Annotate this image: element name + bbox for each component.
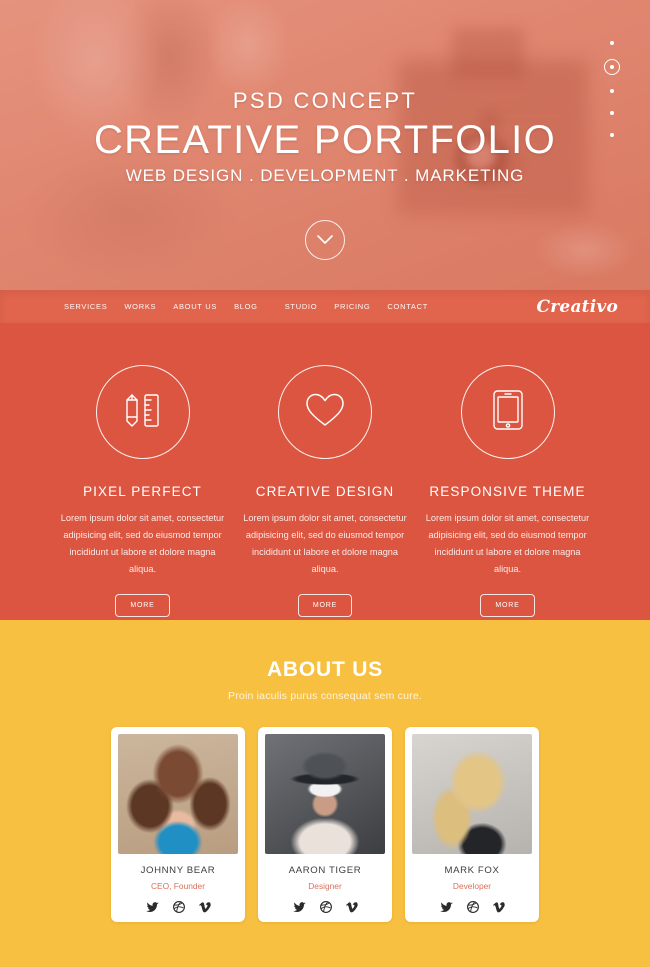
- slider-dot-4[interactable]: [610, 111, 614, 115]
- hero-slider-dots[interactable]: [604, 32, 620, 146]
- nav-item-about-us[interactable]: ABOUT US: [173, 302, 217, 311]
- tablet-icon: [490, 388, 526, 437]
- slider-dot-3[interactable]: [610, 89, 614, 93]
- slider-dot-1[interactable]: [610, 41, 614, 45]
- vimeo-icon[interactable]: [345, 901, 358, 913]
- team-social-links: [145, 901, 211, 913]
- hero-eyebrow: PSD CONCEPT: [232, 88, 418, 113]
- services-row: PIXEL PERFECT Lorem ipsum dolor sit amet…: [55, 365, 595, 620]
- service-more-button[interactable]: MORE: [480, 594, 535, 618]
- service-card-pixel-perfect: PIXEL PERFECT Lorem ipsum dolor sit amet…: [55, 365, 230, 620]
- team-member-photo: [118, 734, 238, 854]
- service-title: CREATIVE DESIGN: [255, 484, 395, 499]
- team-member-role: Developer: [452, 881, 492, 891]
- service-icon-circle: [278, 365, 372, 459]
- team-member-role: CEO, Founder: [151, 881, 205, 891]
- nav-links: SERVICES WORKS ABOUT US BLOG STUDIO PRIC…: [64, 302, 428, 311]
- service-icon-circle: [460, 365, 555, 459]
- hero-section: PSD CONCEPT CREATIVE PORTFOLIO WEB DESIG…: [0, 0, 650, 290]
- service-description: Lorem ipsum dolor sit amet, consectetur …: [425, 513, 590, 575]
- team-member-photo: [412, 734, 532, 854]
- pencil-ruler-icon: [122, 388, 164, 437]
- service-card-responsive-theme: RESPONSIVE THEME Lorem ipsum dolor sit a…: [420, 365, 595, 620]
- slider-dot-5[interactable]: [610, 133, 614, 137]
- team-social-links: [439, 901, 505, 913]
- service-title: PIXEL PERFECT: [83, 484, 202, 499]
- team-row: JOHNNY BEAR CEO, Founder AARON TIGER Des…: [111, 727, 539, 922]
- main-navigation: SERVICES WORKS ABOUT US BLOG STUDIO PRIC…: [0, 290, 650, 323]
- hero-title: CREATIVE PORTFOLIO: [94, 118, 556, 162]
- about-subtitle: Proin iaculis purus consequat sem cure.: [228, 690, 422, 702]
- service-card-creative-design: CREATIVE DESIGN Lorem ipsum dolor sit am…: [238, 365, 413, 620]
- nav-item-works[interactable]: WORKS: [124, 302, 156, 311]
- service-title: RESPONSIVE THEME: [429, 484, 586, 499]
- team-member-name: JOHNNY BEAR: [140, 865, 216, 876]
- landing-page: PSD CONCEPT CREATIVE PORTFOLIO WEB DESIG…: [0, 0, 650, 967]
- vimeo-icon[interactable]: [198, 901, 211, 913]
- twitter-icon[interactable]: [292, 901, 306, 913]
- vimeo-icon[interactable]: [492, 901, 505, 913]
- team-card[interactable]: AARON TIGER Designer: [258, 727, 392, 922]
- nav-item-studio[interactable]: STUDIO: [285, 302, 318, 311]
- dribbble-icon[interactable]: [319, 901, 332, 913]
- chevron-down-icon: [317, 235, 333, 245]
- slider-dot-2-active[interactable]: [604, 59, 620, 75]
- nav-item-services[interactable]: SERVICES: [64, 302, 107, 311]
- team-member-role: Designer: [308, 881, 342, 891]
- nav-item-pricing[interactable]: PRICING: [334, 302, 370, 311]
- service-description: Lorem ipsum dolor sit amet, consectetur …: [243, 513, 407, 575]
- twitter-icon[interactable]: [145, 901, 159, 913]
- team-social-links: [292, 901, 358, 913]
- service-description: Lorem ipsum dolor sit amet, consectetur …: [60, 513, 225, 575]
- twitter-icon[interactable]: [439, 901, 453, 913]
- heart-icon: [303, 390, 347, 435]
- nav-item-contact[interactable]: CONTACT: [387, 302, 428, 311]
- team-member-photo: [265, 734, 385, 854]
- brand-logo[interactable]: Creativo: [537, 297, 618, 317]
- service-icon-circle: [95, 365, 190, 459]
- team-card[interactable]: JOHNNY BEAR CEO, Founder: [111, 727, 245, 922]
- nav-item-blog[interactable]: BLOG: [234, 302, 258, 311]
- about-title: ABOUT US: [266, 658, 384, 681]
- dribbble-icon[interactable]: [172, 901, 185, 913]
- services-section: PIXEL PERFECT Lorem ipsum dolor sit amet…: [0, 323, 650, 620]
- dribbble-icon[interactable]: [466, 901, 479, 913]
- about-section: ABOUT US Proin iaculis purus consequat s…: [0, 620, 650, 967]
- hero-subtitle: WEB DESIGN . DEVELOPMENT . MARKETING: [125, 165, 525, 185]
- service-more-button[interactable]: MORE: [297, 594, 353, 618]
- team-card[interactable]: MARK FOX Developer: [405, 727, 539, 922]
- team-member-name: MARK FOX: [444, 865, 500, 876]
- team-member-name: AARON TIGER: [288, 865, 362, 876]
- service-more-button[interactable]: MORE: [115, 594, 170, 618]
- scroll-down-button[interactable]: [305, 220, 345, 260]
